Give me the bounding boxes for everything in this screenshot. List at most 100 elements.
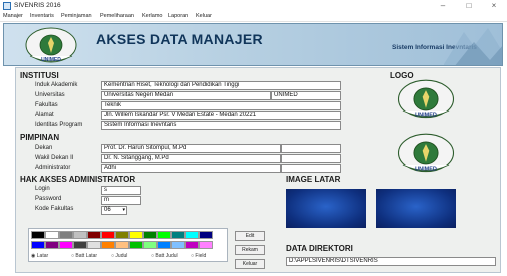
color-swatch[interactable]: [157, 241, 171, 249]
label-wakil-dekan: Wakil Dekan II: [35, 155, 74, 161]
menu-kerlamo[interactable]: Kerlamo: [142, 13, 162, 19]
label-administrator: Administrator: [35, 165, 71, 171]
label-password: Password: [35, 196, 62, 202]
label-identitas-program: Identitas Program: [35, 122, 83, 128]
menu-manajer[interactable]: Manajer: [3, 13, 23, 19]
menu-peminjaman[interactable]: Peminjaman: [61, 13, 92, 19]
field-dekan-extra[interactable]: [281, 144, 341, 153]
color-swatch[interactable]: [115, 231, 129, 239]
color-swatch[interactable]: [129, 241, 143, 249]
section-pimpinan: PIMPINAN: [20, 133, 60, 142]
menu-pemeliharaan[interactable]: Pemeliharaan: [100, 13, 134, 19]
rekam-button[interactable]: Rekam: [235, 245, 265, 255]
section-hak-akses: HAK AKSES ADMINISTRATOR: [20, 175, 136, 184]
label-fakultas: Fakultas: [35, 102, 58, 108]
color-swatch[interactable]: [171, 231, 185, 239]
radio-label: Batt Judul: [155, 253, 178, 259]
field-wakil-dekan-extra[interactable]: [281, 154, 341, 163]
color-swatch[interactable]: [185, 241, 199, 249]
kode-fakultas-value: 06: [104, 207, 111, 213]
color-swatch[interactable]: [59, 231, 73, 239]
color-target-radio[interactable]: ○ Field: [191, 253, 206, 259]
field-alamat[interactable]: Jln. Willem Iskandar Psr. V Medan Estate…: [101, 111, 341, 120]
label-dekan: Dekan: [35, 145, 53, 151]
edit-button[interactable]: Edit: [235, 231, 265, 241]
menu-inventaris[interactable]: Inventaris: [30, 13, 54, 19]
title-bar: SIVENRIS 2016 – □ ×: [0, 0, 507, 12]
logo-image-top[interactable]: UNIMED: [396, 78, 456, 122]
color-swatch[interactable]: [115, 241, 129, 249]
background-image-2[interactable]: [376, 189, 456, 228]
section-data-direktori: DATA DIREKTORI: [286, 244, 353, 253]
color-swatch[interactable]: [185, 231, 199, 239]
password-input[interactable]: m: [101, 196, 141, 205]
close-button[interactable]: ×: [481, 0, 507, 12]
field-identitas-program[interactable]: Sistem Informasi Inevntaris: [101, 121, 341, 130]
radio-label: Batt Latar: [75, 253, 98, 259]
color-swatch[interactable]: [59, 241, 73, 249]
logo-bottom-text: UNIMED: [415, 167, 437, 173]
color-swatch[interactable]: [171, 241, 185, 249]
app-window: SIVENRIS 2016 – □ × Manajer Inventaris P…: [0, 0, 507, 276]
radio-label: Judul: [115, 253, 128, 259]
color-swatch[interactable]: [45, 231, 59, 239]
menu-bar: Manajer Inventaris Peminjaman Pemelihara…: [0, 12, 507, 22]
field-administrator[interactable]: Adhi: [101, 164, 281, 173]
label-login: Login: [35, 186, 50, 192]
color-swatch[interactable]: [31, 231, 45, 239]
color-swatch[interactable]: [73, 241, 87, 249]
window-title: SIVENRIS 2016: [14, 2, 61, 9]
menu-laporan[interactable]: Laporan: [168, 13, 188, 19]
color-target-radio[interactable]: ○ Batt Latar: [71, 253, 97, 259]
radio-label: Latar: [36, 253, 49, 259]
field-dekan[interactable]: Prof. Dr. Harun Sitompul, M.Pd: [101, 144, 281, 153]
directory-path-field[interactable]: D:\APPLSIVENRIS\DTSIVENRIS: [286, 257, 496, 266]
color-swatch[interactable]: [199, 231, 213, 239]
color-swatch[interactable]: [129, 231, 143, 239]
color-swatch[interactable]: [199, 241, 213, 249]
page-title: AKSES DATA MANAJER: [96, 31, 263, 47]
unimed-logo-icon: UNIMED: [25, 27, 77, 63]
chevron-down-icon: ▾: [122, 207, 125, 213]
maximize-button[interactable]: □: [456, 0, 482, 12]
color-swatch[interactable]: [143, 231, 157, 239]
color-swatch[interactable]: [87, 231, 101, 239]
field-universitas-singkatan[interactable]: UNIMED: [271, 91, 341, 100]
color-swatch[interactable]: [101, 231, 115, 239]
field-universitas[interactable]: Universitas Negeri Medan: [101, 91, 271, 100]
field-induk-akademik[interactable]: Kementrian Riset, Teknologi dan Pendidik…: [101, 81, 341, 90]
background-image-1[interactable]: [286, 189, 366, 228]
app-icon: [3, 2, 11, 10]
color-swatch[interactable]: [101, 241, 115, 249]
label-alamat: Alamat: [35, 112, 54, 118]
label-induk-akademik: Induk Akademik: [35, 82, 78, 88]
banner-decoration: [444, 28, 502, 65]
field-wakil-dekan[interactable]: Dr. N. Sitanggang, M.Pd: [101, 154, 281, 163]
login-input[interactable]: s: [101, 186, 141, 195]
color-swatch[interactable]: [31, 241, 45, 249]
field-fakultas[interactable]: Teknik: [101, 101, 341, 110]
field-administrator-extra[interactable]: [281, 164, 341, 173]
color-swatch[interactable]: [157, 231, 171, 239]
logo-top-text: UNIMED: [415, 113, 437, 119]
label-universitas: Universitas: [35, 92, 65, 98]
color-swatch[interactable]: [87, 241, 101, 249]
color-target-radio[interactable]: ○ Batt Judul: [151, 253, 178, 259]
header-banner: UNIMED AKSES DATA MANAJER Sistem Informa…: [3, 23, 503, 66]
keluar-button[interactable]: Keluar: [235, 259, 265, 269]
label-kode-fakultas: Kode Fakultas: [35, 206, 74, 212]
banner-logo-text: UNIMED: [41, 57, 61, 63]
radio-label: Field: [195, 253, 207, 259]
form-panel: INSTITUSI Induk Akademik Kementrian Rise…: [15, 67, 501, 273]
logo-image-bottom[interactable]: UNIMED: [396, 132, 456, 176]
color-swatch[interactable]: [45, 241, 59, 249]
color-swatch[interactable]: [143, 241, 157, 249]
color-target-radio[interactable]: ○ Judul: [111, 253, 127, 259]
menu-keluar[interactable]: Keluar: [196, 13, 212, 19]
section-institusi: INSTITUSI: [20, 71, 59, 80]
kode-fakultas-select[interactable]: 06 ▾: [101, 206, 127, 215]
color-swatch[interactable]: [73, 231, 87, 239]
minimize-button[interactable]: –: [430, 0, 456, 12]
section-image-latar: IMAGE LATAR: [286, 175, 341, 184]
color-target-radio[interactable]: ◉ Latar: [31, 253, 48, 259]
